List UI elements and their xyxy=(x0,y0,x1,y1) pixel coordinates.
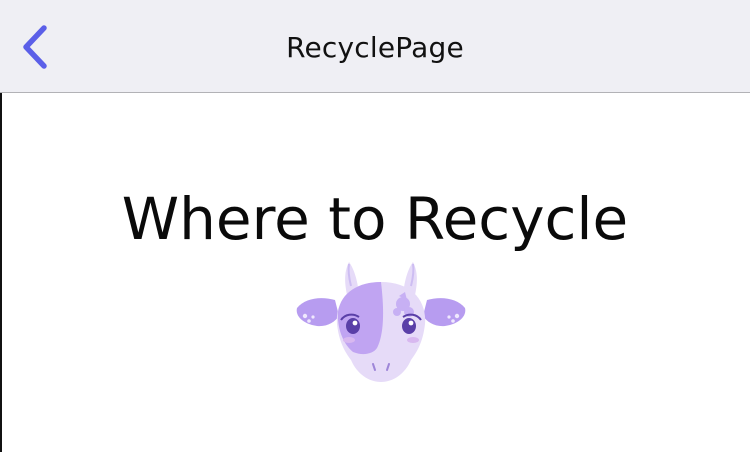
page-title: RecyclePage xyxy=(286,31,464,64)
cow-mascot-icon xyxy=(296,262,466,382)
where-to-recycle-heading: Where to Recycle xyxy=(121,184,629,253)
navigation-bar: RecyclePage xyxy=(0,0,750,93)
recycle-screen: RecyclePage Where to Recycle xyxy=(0,0,750,452)
